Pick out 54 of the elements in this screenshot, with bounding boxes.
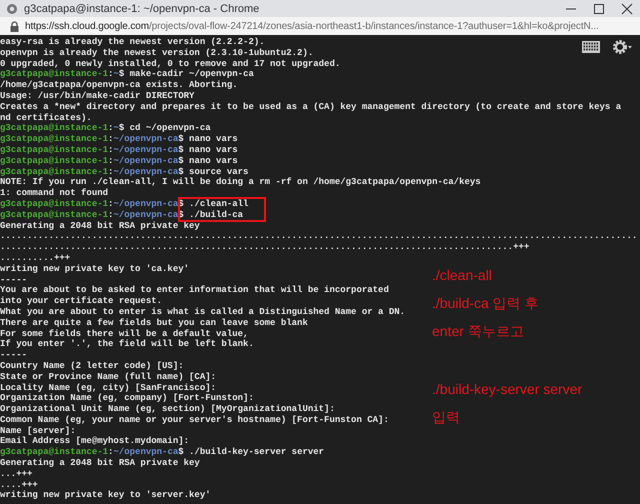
terminal-line: NOTE: If you run ./clean-all, I will be doing a rm -rf on /home/g3catpapa/openvpn-ca/keys [0,177,481,188]
terminal-line: Country Name (2 letter code) [US]: [0,360,184,372]
terminal-line: nd certificates). [0,112,92,124]
terminal-line: What you are about to enter is what is called a Distinguished Name or a DN. [0,306,406,318]
terminal-prompt-line: g3catpapa@instance-1:~/openvpn-ca$ nano vars [0,134,238,145]
terminal-line: Usage: /usr/bin/make-cadir DIRECTORY [0,90,194,102]
terminal-line: easy-rsa is already the newest version (2.2.2-2). [0,37,265,48]
terminal-line: Name [server]: [0,426,76,436]
close-icon[interactable] [620,2,634,16]
terminal-prompt-line: g3catpapa@instance-1:~$ make-cadir ~/openvpn-ca [0,69,254,80]
terminal-line: ----- [0,274,28,286]
terminal-line: ----- [0,350,28,361]
terminal-line: Common Name (eg, your name or your server's hostname) [Fort-Funston CA]: [0,414,389,426]
address-bar[interactable]: https://ssh.cloud.google.com/projects/oval-flow-247214/zones/asia-northeast1-b/instances/instance-1?authuser=1&hl=ko&projectN... [0,17,640,35]
terminal-prompt-line: g3catpapa@instance-1:~$ cd ~/openvpn-ca [0,123,211,134]
terminal-line: into your certificate request. [0,296,162,307]
terminal-prompt-line: g3catpapa@instance-1:~/openvpn-ca$ source vars [0,166,248,177]
terminal-line: 1: command not found [0,188,108,199]
terminal-prompt-line: g3catpapa@instance-1:~/openvpn-ca$ nano vars [0,156,238,167]
annotation-text: enter 쭉누르고 [432,322,525,341]
terminal-line: writing new private key to 'server.key' [0,490,211,502]
terminal-prompt-line: g3catpapa@instance-1:~/openvpn-ca$ nano vars [0,144,238,156]
terminal-line: ...+++ [0,468,32,480]
annotation-text: ./build-key-server server [432,380,582,399]
terminal-line: Creates a *new* directory and prepares it to be used as a (CA) key management directory (to create and store keys a [0,102,622,113]
terminal-line: If you enter '.', the field will be left blank. [0,339,254,350]
url-text: https://ssh.cloud.google.com/projects/oval-flow-247214/zones/asia-northeast1-b/instances/instance-1?authuser=1&hl=ko&projectN... [25,20,599,32]
terminal-line: ...................................................................................................................... [0,231,638,242]
terminal-line: Generating a 2048 bit RSA private key [0,458,200,469]
terminal-line: Email Address [me@myhost.mydomain]: [0,436,190,448]
annotation-text: 입력 [432,408,461,427]
terminal-line: ..........+++ [0,252,70,264]
terminal-line: writing new private key to 'ca.key' [0,264,190,275]
maximize-icon[interactable] [592,2,606,16]
terminal-line: openvpn is already the newest version (2.3.10-1ubuntu2.2). [0,48,314,59]
window-title: g3catpapa@instance-1: ~/openvpn-ca - Chrome [24,2,260,14]
terminal-line: For some fields there will be a default value, [0,328,248,339]
terminal-line: 0 upgraded, 0 newly installed, 0 to remove and 17 not upgraded. [0,58,340,69]
annotation-text: ./build-ca 입력 후 [432,294,540,313]
terminal-line: Organization Name (eg, company) [Fort-Funston]: [0,393,254,404]
terminal-line: There are quite a few fields but you can leave some blank [0,318,308,329]
keyboard-icon[interactable] [582,41,600,53]
terminal-line: ...............................................................................................+++ [0,242,530,253]
terminal-line: Locality Name (eg, city) [SanFrancisco]: [0,382,216,394]
terminal-line: /home/g3catpapa/openvpn-ca exists. Aborting. [0,80,238,91]
terminal-prompt-line: g3catpapa@instance-1:~/openvpn-ca$ ./build-key-server server [0,447,324,458]
terminal-line: State or Province Name (full name) [CA]: [0,372,216,382]
terminal-line: You are about to be asked to enter information that will be incorporated [0,285,389,296]
lock-icon [10,20,19,32]
annotation-text: ./clean-all [432,266,493,285]
terminal-line: ....+++ [0,480,38,490]
terminal-line: Organizational Unit Name (eg, section) [MyOrganizationalUnit]: [0,404,335,415]
terminal-line: Generating a 2048 bit RSA private key [0,220,200,232]
settings-icon[interactable] [612,39,632,55]
